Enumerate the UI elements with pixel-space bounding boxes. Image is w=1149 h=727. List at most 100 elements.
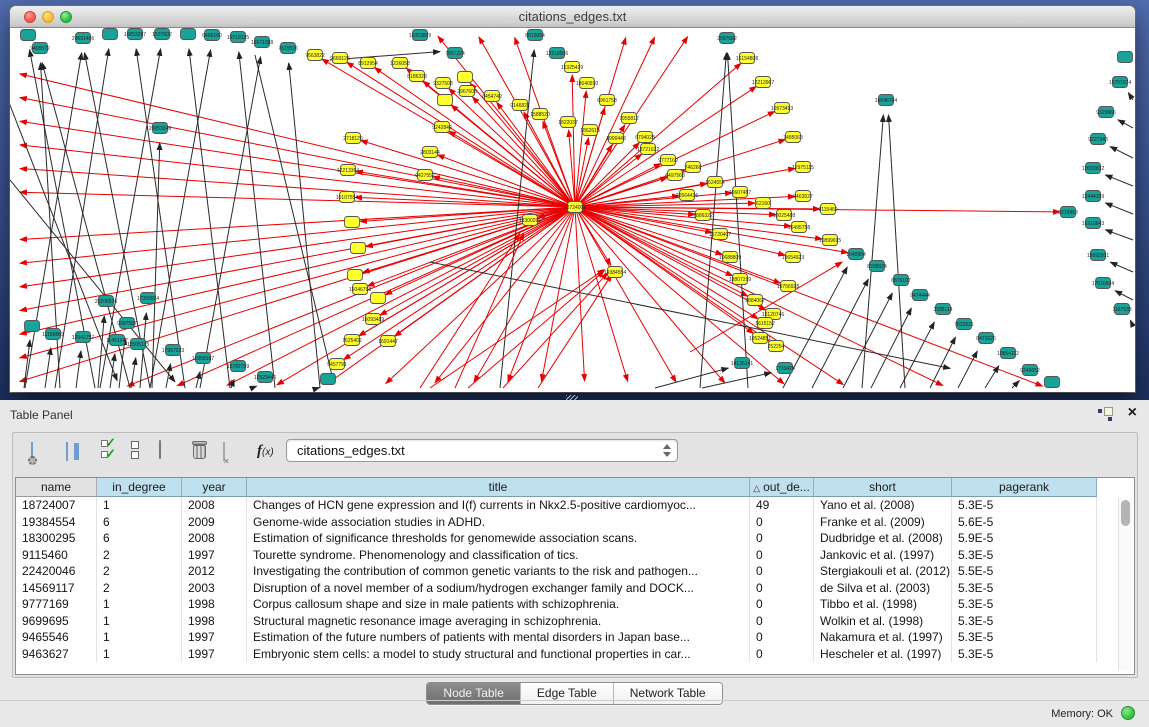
graph-node[interactable]: 6961758	[597, 95, 617, 106]
table-cell[interactable]: 49	[750, 497, 814, 514]
graph-node[interactable]: 10607487	[729, 187, 751, 198]
graph-node[interactable]: 1640954	[846, 249, 866, 260]
network-window-titlebar[interactable]: citations_edges.txt	[10, 6, 1135, 28]
table-cell[interactable]: 9699695	[16, 613, 97, 630]
graph-node[interactable]: 17359924	[137, 293, 159, 304]
graph-node[interactable]: 9405572	[30, 43, 50, 54]
graph-node[interactable]	[103, 29, 118, 40]
table-cell[interactable]: Yano et al. (2008)	[814, 497, 952, 514]
graph-node[interactable]	[321, 374, 336, 385]
graph-node[interactable]: 13218506	[546, 48, 568, 59]
close-panel-icon[interactable]: ×	[1128, 403, 1137, 423]
graph-node[interactable]: 1167533	[1112, 304, 1131, 315]
graph-node[interactable]: 9463627	[793, 191, 813, 202]
table-cell[interactable]: 2008	[182, 530, 247, 547]
table-cell[interactable]: 1	[97, 497, 182, 514]
table-cell[interactable]: 6	[97, 530, 182, 547]
graph-node[interactable]: 15692931	[1087, 250, 1109, 261]
table-cell[interactable]: 2	[97, 547, 182, 564]
table-row[interactable]: 946554611997Estimation of the future num…	[16, 629, 1134, 646]
graph-node[interactable]: 6879197	[891, 275, 911, 286]
graph-node[interactable]: 6497568	[665, 170, 685, 181]
table-cell[interactable]: 2008	[182, 497, 247, 514]
graph-node[interactable]: 12213364	[337, 165, 359, 176]
graph-node[interactable]: 9777169	[658, 155, 678, 166]
table-cell[interactable]: 0	[750, 629, 814, 646]
show-columns-button[interactable]	[66, 443, 68, 461]
table-cell[interactable]: 22420046	[16, 563, 97, 580]
table-cell[interactable]: 0	[750, 646, 814, 663]
scrollbar-thumb[interactable]	[1121, 500, 1130, 526]
graph-node[interactable]: 2803144	[420, 147, 440, 158]
table-cell[interactable]: 2009	[182, 514, 247, 531]
graph-node[interactable]: 9884067	[745, 295, 765, 306]
table-cell[interactable]: Dudbridge et al. (2008)	[814, 530, 952, 547]
graph-node[interactable]: 9474444	[910, 290, 930, 301]
graph-node[interactable]: 62160	[756, 198, 771, 209]
graph-node[interactable]: 16495758	[788, 222, 810, 233]
column-header-name[interactable]: name	[16, 478, 97, 497]
column-header-short[interactable]: short	[814, 478, 952, 497]
graph-node[interactable]: 9146821	[510, 100, 530, 111]
table-row[interactable]: 1872400712008Changes of HCN gene express…	[16, 497, 1134, 514]
graph-node[interactable]: 1527602	[152, 29, 172, 40]
table-cell[interactable]: 1997	[182, 547, 247, 564]
graph-node[interactable]: 252254	[768, 341, 785, 352]
graph-node[interactable]	[458, 72, 473, 83]
graph-node[interactable]: 16053809	[409, 30, 431, 41]
graph-node[interactable]: 10899695	[819, 235, 841, 246]
zoom-window-button[interactable]	[60, 11, 72, 23]
graph-node[interactable]: 1615152	[755, 318, 775, 329]
table-cell[interactable]: Disruption of a novel member of a sodium…	[247, 580, 750, 597]
function-builder-button[interactable]: f(x)	[257, 442, 274, 460]
graph-node[interactable]: 8215953	[1058, 207, 1078, 218]
table-cell[interactable]: Wolkin et al. (1998)	[814, 613, 952, 630]
memory-status-icon[interactable]	[1121, 706, 1135, 720]
table-cell[interactable]: 1997	[182, 646, 247, 663]
table-cell[interactable]: Investigating the contribution of common…	[247, 563, 750, 580]
graph-node[interactable]: 10719195	[227, 32, 249, 43]
table-row[interactable]: 969969511998Structural magnetic resonanc…	[16, 613, 1134, 630]
table-cell[interactable]: 0	[750, 514, 814, 531]
graph-node[interactable]: 19654923	[782, 252, 804, 263]
graph-node[interactable]: 7632621	[954, 319, 974, 330]
table-cell[interactable]: Embryonic stem cells: a model to study s…	[247, 646, 750, 663]
column-header-out_de[interactable]: △out_de...	[750, 478, 814, 497]
graph-node[interactable]: 10958167	[192, 353, 214, 364]
table-cell[interactable]: Stergiakouli et al. (2012)	[814, 563, 952, 580]
graph-node[interactable]: 12505135	[127, 339, 149, 350]
column-header-title[interactable]: title	[247, 478, 750, 497]
table-cell[interactable]: 5.3E-5	[952, 629, 1097, 646]
graph-node[interactable]: 12444159	[1082, 191, 1104, 202]
graph-node[interactable]: 1990448	[606, 133, 626, 144]
table-cell[interactable]: 2	[97, 563, 182, 580]
graph-node[interactable]	[351, 243, 366, 254]
graph-node[interactable]: 1624554	[705, 177, 725, 188]
graph-node[interactable]: 7485063	[783, 132, 803, 143]
graph-node[interactable]: 15325419	[561, 62, 583, 73]
table-cell[interactable]: 1998	[182, 613, 247, 630]
table-cell[interactable]: 1	[97, 646, 182, 663]
table-cell[interactable]: 5.6E-5	[952, 514, 1097, 531]
table-cell[interactable]: 6	[97, 514, 182, 531]
graph-node[interactable]: 6466160	[202, 30, 222, 41]
table-cell[interactable]: 0	[750, 596, 814, 613]
graph-node[interactable]: 6794028	[635, 132, 655, 143]
graph-node[interactable]: 2967608	[457, 86, 477, 97]
column-header-pagerank[interactable]: pagerank	[952, 478, 1097, 497]
graph-node[interactable]: 9245652	[1020, 365, 1040, 376]
float-panel-icon[interactable]	[1098, 407, 1113, 421]
table-cell[interactable]: 9115460	[16, 547, 97, 564]
create-column-button[interactable]	[159, 441, 161, 459]
graph-node[interactable]: 7663822	[305, 50, 325, 61]
graph-node[interactable]: 7955812	[619, 113, 639, 124]
table-cell[interactable]: 18300295	[16, 530, 97, 547]
graph-node[interactable]: 15751074	[1109, 77, 1131, 88]
table-row[interactable]: 911546021997Tourette syndrome. Phenomeno…	[16, 547, 1134, 564]
graph-node[interactable]: 1733426	[775, 363, 795, 374]
graph-node[interactable]: 12213967	[752, 77, 774, 88]
graph-node[interactable]: 17016504	[1092, 278, 1114, 289]
graph-node[interactable]: 8186328	[407, 71, 427, 82]
graph-node[interactable]: 16782759	[227, 361, 249, 372]
graph-node[interactable]: 9329966	[1096, 107, 1116, 118]
